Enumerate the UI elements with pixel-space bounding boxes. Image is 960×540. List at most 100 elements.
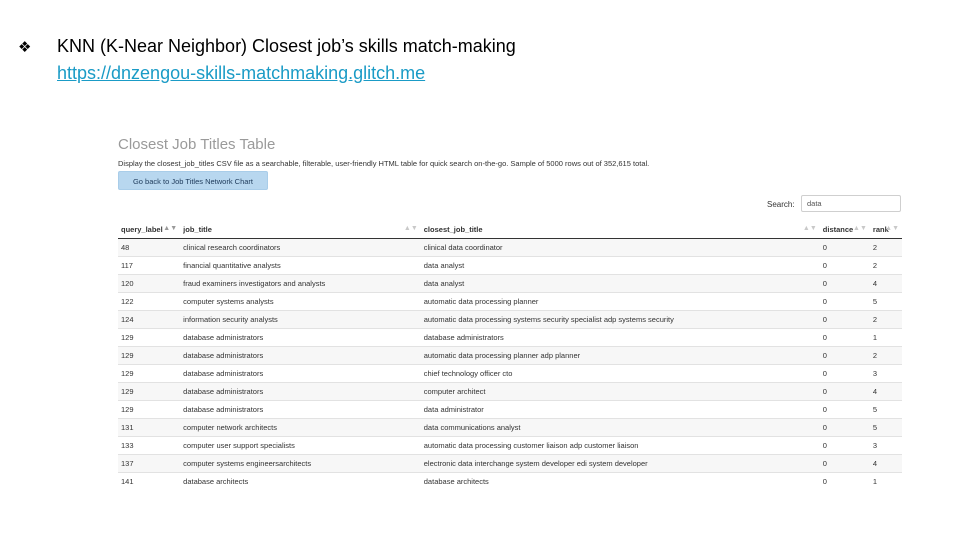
cell-rank: 1 [869, 472, 902, 488]
cell-closest-job-title: electronic data interchange system devel… [420, 454, 820, 473]
cell-job-title: information security analysts [180, 310, 421, 329]
diamond-bullet-icon: ❖ [18, 38, 32, 56]
table-row: 133 computer user support specialists auto… [118, 436, 902, 455]
cell-closest-job-title: computer architect [420, 382, 820, 401]
sort-ascending-icon: ▲▼ [163, 225, 178, 232]
column-header-label: query_label [121, 224, 163, 234]
cell-distance: 0 [819, 310, 870, 329]
cell-distance: 0 [819, 382, 870, 401]
slide-title: KNN (K-Near Neighbor) Closest job’s skil… [57, 36, 516, 56]
cell-rank: 5 [869, 292, 902, 311]
cell-distance: 0 [819, 436, 870, 455]
cell-closest-job-title: automatic data processing planner adp pl… [420, 346, 820, 365]
column-header-label: job_title [183, 224, 212, 234]
page-title: Closest Job Titles Table [118, 136, 276, 153]
table-row: 48 clinical research coordinators clinical… [118, 238, 902, 257]
column-header-job-title[interactable]: job_title ▲▼ [180, 220, 421, 239]
cell-job-title: computer network architects [180, 418, 421, 437]
column-header-rank[interactable]: rank ▲▼ [869, 220, 902, 239]
page-description: Display the closest_job_titles CSV file … [118, 159, 650, 168]
table-row: 129 database administrators chief technolo… [118, 364, 902, 383]
cell-closest-job-title: automatic data processing systems securi… [420, 310, 820, 329]
cell-distance: 0 [819, 256, 870, 275]
cell-distance: 0 [819, 472, 870, 488]
cell-distance: 0 [819, 418, 870, 437]
table-row: 117 financial quantitative analysts data a… [118, 256, 902, 275]
cell-closest-job-title: clinical data coordinator [420, 238, 820, 257]
cell-distance: 0 [819, 328, 870, 347]
cell-query-label: 120 [118, 274, 181, 293]
cell-job-title: financial quantitative analysts [180, 256, 421, 275]
cell-rank: 2 [869, 310, 902, 329]
cell-closest-job-title: automatic data processing planner [420, 292, 820, 311]
cell-distance: 0 [819, 238, 870, 257]
table-row: 129 database administrators database admin… [118, 328, 902, 347]
cell-distance: 0 [819, 364, 870, 383]
cell-job-title: database administrators [180, 400, 421, 419]
cell-query-label: 124 [118, 310, 181, 329]
cell-closest-job-title: automatic data processing customer liais… [420, 436, 820, 455]
sort-arrows-icon: ▲▼ [885, 225, 899, 232]
cell-rank: 1 [869, 328, 902, 347]
sort-arrows-icon: ▲▼ [802, 225, 817, 232]
search-label: Search: [767, 200, 795, 209]
cell-distance: 0 [819, 346, 870, 365]
table-row: 129 database administrators data administr… [118, 400, 902, 419]
cell-rank: 5 [869, 400, 902, 419]
sort-arrows-icon: ▲▼ [853, 225, 867, 232]
app-link[interactable]: https://dnzengou-skills-matchmaking.glit… [57, 63, 425, 84]
cell-query-label: 122 [118, 292, 181, 311]
cell-closest-job-title: data analyst [420, 274, 820, 293]
column-header-label: closest_job_title [423, 224, 483, 234]
cell-rank: 2 [869, 238, 902, 257]
cell-closest-job-title: data administrator [420, 400, 820, 419]
cell-rank: 2 [869, 256, 902, 275]
cell-rank: 5 [869, 418, 902, 437]
column-header-query-label[interactable]: query_label ▲▼ [118, 220, 181, 239]
search-input[interactable] [801, 195, 901, 212]
cell-closest-job-title: chief technology officer cto [420, 364, 820, 383]
table-row: 131 computer network architects data commu… [118, 418, 902, 437]
cell-distance: 0 [819, 400, 870, 419]
cell-closest-job-title: data communications analyst [420, 418, 820, 437]
back-to-network-chart-button[interactable]: Go back to Job Titles Network Chart [118, 171, 268, 190]
cell-distance: 0 [819, 292, 870, 311]
table-row: 122 computer systems analysts automatic da… [118, 292, 902, 311]
cell-query-label: 129 [118, 364, 181, 383]
cell-query-label: 48 [118, 238, 181, 257]
table-row: 129 database administrators computer archi… [118, 382, 902, 401]
job-titles-table: query_label ▲▼ job_title ▲▼ closest_job_… [118, 220, 902, 488]
cell-closest-job-title: data analyst [420, 256, 820, 275]
cell-query-label: 129 [118, 328, 181, 347]
cell-query-label: 129 [118, 400, 181, 419]
cell-rank: 4 [869, 274, 902, 293]
cell-query-label: 131 [118, 418, 181, 437]
cell-job-title: database administrators [180, 346, 421, 365]
cell-job-title: computer systems analysts [180, 292, 421, 311]
cell-job-title: database administrators [180, 364, 421, 383]
cell-query-label: 141 [118, 472, 181, 488]
column-header-distance[interactable]: distance ▲▼ [819, 220, 870, 239]
cell-distance: 0 [819, 454, 870, 473]
cell-rank: 2 [869, 346, 902, 365]
cell-query-label: 129 [118, 382, 181, 401]
cell-query-label: 129 [118, 346, 181, 365]
cell-query-label: 133 [118, 436, 181, 455]
cell-job-title: fraud examiners investigators and analys… [180, 274, 421, 293]
cell-job-title: database administrators [180, 328, 421, 347]
column-header-closest-job-title[interactable]: closest_job_title ▲▼ [420, 220, 820, 239]
cell-job-title: clinical research coordinators [180, 238, 421, 257]
cell-job-title: computer user support specialists [180, 436, 421, 455]
cell-rank: 4 [869, 454, 902, 473]
table-row: 137 computer systems engineersarchitects e… [118, 454, 902, 473]
cell-job-title: database architects [180, 472, 421, 488]
cell-query-label: 137 [118, 454, 181, 473]
cell-job-title: database administrators [180, 382, 421, 401]
cell-closest-job-title: database architects [420, 472, 820, 488]
column-header-label: distance [822, 224, 854, 234]
cell-distance: 0 [819, 274, 870, 293]
cell-closest-job-title: database administrators [420, 328, 820, 347]
cell-rank: 3 [869, 364, 902, 383]
table-row: 120 fraud examiners investigators and ana… [118, 274, 902, 293]
cell-job-title: computer systems engineersarchitects [180, 454, 421, 473]
